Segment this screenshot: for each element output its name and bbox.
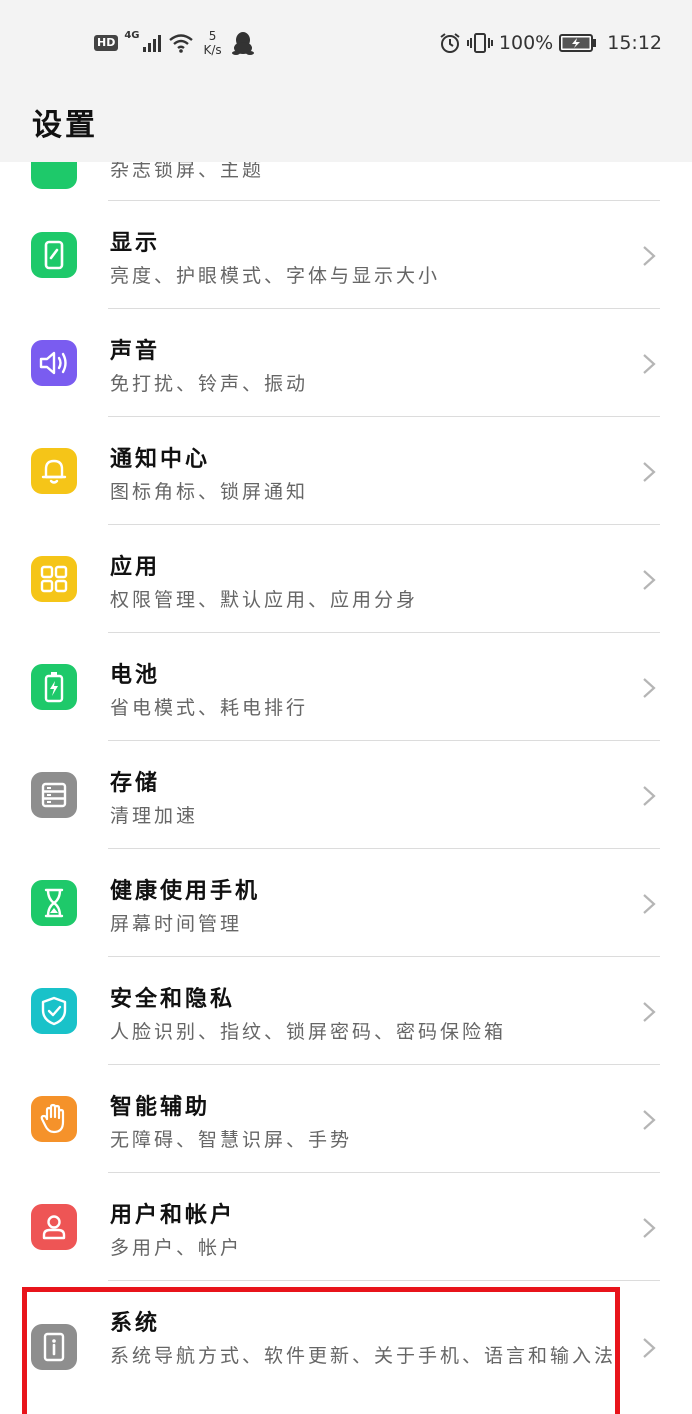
info-icon	[31, 1324, 77, 1370]
settings-item-display[interactable]: 显示 亮度、护眼模式、字体与显示大小	[0, 201, 692, 309]
shield-icon	[31, 988, 77, 1034]
settings-item-subtitle: 屏幕时间管理	[110, 913, 243, 935]
signal-icon	[142, 35, 161, 52]
speaker-icon	[31, 340, 77, 386]
settings-item-title: 健康使用手机	[110, 879, 261, 904]
settings-item-subtitle: 人脸识别、指纹、锁屏密码、密码保险箱	[110, 1021, 507, 1043]
storage-icon	[31, 772, 77, 818]
battery-percent: 100%	[498, 32, 554, 54]
chevron-right-icon	[643, 1338, 656, 1358]
chevron-right-icon	[643, 570, 656, 590]
page-title: 设置	[32, 108, 98, 143]
chevron-right-icon	[643, 1110, 656, 1130]
settings-item-title: 显示	[110, 231, 161, 256]
settings-item-smart-assistance[interactable]: 智能辅助 无障碍、智慧识屏、手势	[0, 1065, 692, 1173]
title-bar: 设置	[0, 86, 692, 162]
settings-item-subtitle: 图标角标、锁屏通知	[110, 481, 309, 503]
chevron-right-icon	[643, 1218, 656, 1238]
settings-item-subtitle: 清理加速	[110, 805, 199, 827]
settings-item-subtitle: 免打扰、铃声、振动	[110, 373, 309, 395]
settings-item-system[interactable]: 系统 系统导航方式、软件更新、关于手机、语言和输入法	[0, 1281, 692, 1414]
battery-icon	[31, 664, 77, 710]
settings-item-subtitle: 系统导航方式、软件更新、关于手机、语言和输入法	[110, 1345, 617, 1367]
display-icon	[31, 232, 77, 278]
battery-status-icon	[559, 34, 597, 52]
settings-item-title: 智能辅助	[110, 1095, 211, 1120]
settings-screen: HD 4G 5 K/s 100% 15:12 设置 杂志锁屏、主题 显示 亮度、…	[0, 0, 692, 1414]
settings-item-subtitle: 无障碍、智慧识屏、手势	[110, 1129, 353, 1151]
chevron-right-icon	[643, 894, 656, 914]
chevron-right-icon	[643, 786, 656, 806]
hand-icon	[31, 1096, 77, 1142]
chevron-right-icon	[643, 678, 656, 698]
settings-item-title: 声音	[110, 339, 161, 364]
bell-icon	[31, 448, 77, 494]
status-left: HD 4G 5 K/s	[94, 28, 254, 58]
settings-item-title: 通知中心	[110, 447, 211, 472]
settings-item-subtitle: 多用户、帐户	[110, 1237, 243, 1259]
chevron-right-icon	[643, 246, 656, 266]
apps-grid-icon	[31, 556, 77, 602]
speed-value: 5	[208, 29, 217, 43]
settings-item-title: 存储	[110, 771, 161, 796]
chevron-right-icon	[643, 354, 656, 374]
settings-item-title: 用户和帐户	[110, 1203, 236, 1228]
settings-item-storage[interactable]: 存储 清理加速	[0, 741, 692, 849]
settings-item-notification-center[interactable]: 通知中心 图标角标、锁屏通知	[0, 417, 692, 525]
clock: 15:12	[607, 32, 662, 54]
vibrate-icon	[466, 33, 493, 53]
settings-item-title: 电池	[110, 663, 161, 688]
settings-item-users-accounts[interactable]: 用户和帐户 多用户、帐户	[0, 1173, 692, 1281]
settings-item-title: 系统	[110, 1311, 161, 1336]
settings-item-apps[interactable]: 应用 权限管理、默认应用、应用分身	[0, 525, 692, 633]
settings-item-battery[interactable]: 电池 省电模式、耗电排行	[0, 633, 692, 741]
user-icon	[31, 1204, 77, 1250]
hourglass-icon	[31, 880, 77, 926]
settings-item-title: 安全和隐私	[110, 987, 236, 1012]
chevron-right-icon	[643, 1002, 656, 1022]
settings-item-subtitle: 省电模式、耗电排行	[110, 697, 309, 719]
network-speed: 5 K/s	[204, 29, 222, 57]
settings-item-sound[interactable]: 声音 免打扰、铃声、振动	[0, 309, 692, 417]
wifi-icon	[168, 34, 193, 53]
hd-badge: HD	[94, 35, 119, 51]
settings-list: 杂志锁屏、主题 显示 亮度、护眼模式、字体与显示大小 声音 免打扰、铃声、振动 …	[0, 93, 692, 1414]
settings-item-title: 应用	[110, 555, 161, 580]
settings-item-subtitle: 亮度、护眼模式、字体与显示大小	[110, 265, 441, 287]
settings-item-subtitle: 权限管理、默认应用、应用分身	[110, 589, 419, 611]
network-type: 4G	[124, 30, 140, 41]
alarm-icon	[440, 33, 460, 53]
status-bar: HD 4G 5 K/s 100% 15:12	[0, 0, 692, 86]
chevron-right-icon	[643, 462, 656, 482]
qq-penguin-icon	[231, 32, 254, 55]
settings-item-security-privacy[interactable]: 安全和隐私 人脸识别、指纹、锁屏密码、密码保险箱	[0, 957, 692, 1065]
speed-unit: K/s	[203, 43, 222, 57]
settings-item-digital-balance[interactable]: 健康使用手机 屏幕时间管理	[0, 849, 692, 957]
status-right: 100% 15:12	[439, 28, 662, 58]
